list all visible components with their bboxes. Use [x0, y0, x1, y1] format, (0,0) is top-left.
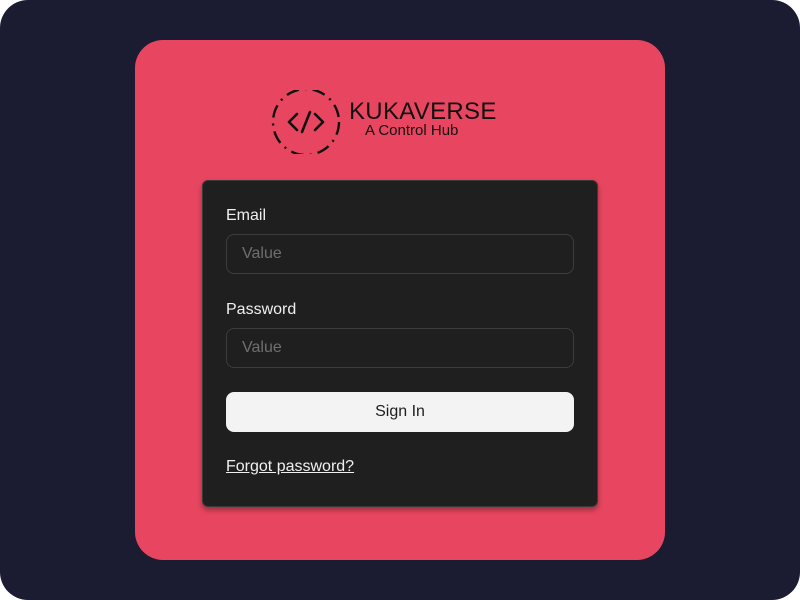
forgot-password-link[interactable]: Forgot password?: [226, 458, 354, 476]
password-label: Password: [226, 301, 297, 318]
login-card: KUKAVERSE A Control Hub Email Password S…: [135, 40, 665, 560]
login-form: Email Password Sign In Forgot password?: [202, 180, 598, 507]
email-label: Email: [226, 207, 267, 224]
code-brackets-icon: [271, 87, 341, 157]
brand-tagline: A Control Hub: [365, 122, 459, 139]
page-background: KUKAVERSE A Control Hub Email Password S…: [0, 0, 800, 600]
brand-header: KUKAVERSE A Control Hub: [271, 87, 501, 157]
sign-in-button[interactable]: Sign In: [226, 392, 574, 432]
email-field[interactable]: [226, 234, 574, 274]
password-field[interactable]: [226, 328, 574, 368]
